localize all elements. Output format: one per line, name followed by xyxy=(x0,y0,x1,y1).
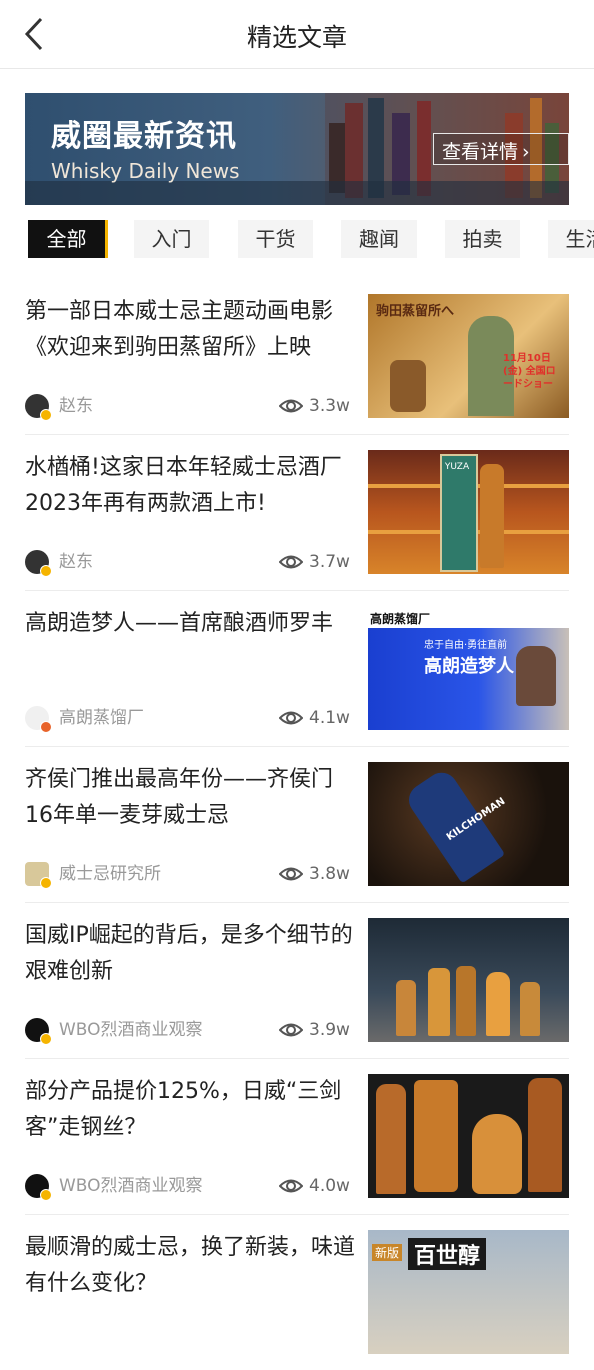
author-name: 赵东 xyxy=(59,552,93,572)
eye-icon xyxy=(279,711,303,725)
thumb-headline: 高朗造梦人 xyxy=(424,656,514,677)
author-avatar xyxy=(25,550,52,577)
page-title: 精选文章 xyxy=(246,23,347,52)
article-item[interactable]: 第一部日本威士忌主题动画电影《欢迎来到驹田蒸留所》上映 赵东 3.3w 驹田蒸留… xyxy=(25,294,569,435)
banner-subtitle: Whisky Daily News xyxy=(51,159,240,183)
article-thumbnail: 高朗蒸馏厂 忠于自由·勇往直前 高朗造梦人 xyxy=(368,606,569,730)
category-tabs: 全部 入门 干货 趣闻 拍卖 生活 xyxy=(0,220,594,260)
whisky-bottle xyxy=(396,980,416,1036)
whisky-bottle xyxy=(472,1114,522,1194)
article-thumbnail xyxy=(368,1074,569,1198)
tab-knowledge[interactable]: 干货 xyxy=(238,220,313,258)
eye-icon xyxy=(279,867,303,881)
whisky-bottle xyxy=(428,968,450,1036)
thumb-brand: 高朗蒸馏厂 xyxy=(370,612,431,626)
news-banner[interactable]: 威圈最新资讯 Whisky Daily News 查看详情 › xyxy=(25,93,569,205)
verified-badge-icon xyxy=(40,409,52,421)
whisky-bottle xyxy=(414,1080,458,1192)
article-title: 最顺滑的威士忌，换了新装，味道有什么变化？ xyxy=(25,1235,355,1296)
thumb-brand: 百世醇 xyxy=(408,1238,487,1270)
whisky-bottle xyxy=(520,982,540,1036)
verified-badge-icon xyxy=(40,565,52,577)
top-bar: 精选文章 xyxy=(0,0,594,69)
article-title: 水楢桶!这家日本年轻威士忌酒厂2023年再有两款酒上市! xyxy=(25,455,342,516)
tab-fun[interactable]: 趣闻 xyxy=(341,220,417,258)
eye-icon xyxy=(279,1179,303,1193)
thumb-brand: YUZA xyxy=(444,462,470,472)
article-item[interactable]: 国威IP崛起的背后，是多个细节的艰难创新 WBO烈酒商业观察 3.9w xyxy=(25,918,569,1059)
view-count: 3.3w xyxy=(309,396,350,416)
author-avatar xyxy=(25,706,52,733)
view-count: 3.7w xyxy=(309,552,350,572)
verified-badge-icon xyxy=(40,721,52,733)
author-name: WBO烈酒商业观察 xyxy=(59,1176,203,1196)
eye-icon xyxy=(279,555,303,569)
barrel-shape xyxy=(390,360,426,412)
whisky-bottle xyxy=(480,464,504,568)
article-item[interactable]: 部分产品提价125%，日威“三剑客”走钢丝？ WBO烈酒商业观察 4.0w xyxy=(25,1074,569,1215)
tab-all[interactable]: 全部 xyxy=(28,220,108,258)
view-count: 3.8w xyxy=(309,864,350,884)
thumb-tag: 新版 xyxy=(372,1244,403,1261)
author-avatar xyxy=(25,1174,52,1201)
tab-intro[interactable]: 入门 xyxy=(134,220,209,258)
article-title: 国威IP崛起的背后，是多个细节的艰难创新 xyxy=(25,923,353,984)
author-avatar xyxy=(25,394,52,421)
article-title: 齐侯门推出最高年份——齐侯门16年单一麦芽威士忌 xyxy=(25,767,334,828)
banner-title: 威圈最新资讯 xyxy=(51,119,237,154)
view-count: 3.9w xyxy=(309,1020,350,1040)
whisky-bottle xyxy=(376,1084,406,1194)
article-title: 高朗造梦人——首席酿酒师罗丰 xyxy=(25,611,334,636)
article-thumbnail: 新版 百世醇 xyxy=(368,1230,569,1354)
verified-badge-icon xyxy=(40,877,52,889)
article-thumbnail: KILCHOMAN xyxy=(368,762,569,886)
whisky-bottle xyxy=(486,972,510,1036)
chevron-right-icon: › xyxy=(522,141,530,163)
view-count: 4.0w xyxy=(309,1176,350,1196)
person-figure xyxy=(516,646,556,706)
article-item[interactable]: 水楢桶!这家日本年轻威士忌酒厂2023年再有两款酒上市! 赵东 3.7w YUZ… xyxy=(25,450,569,591)
view-details-label: 查看详情 xyxy=(442,141,519,163)
author-name: 高朗蒸馏厂 xyxy=(59,708,144,728)
article-thumbnail xyxy=(368,918,569,1042)
article-item[interactable]: 高朗造梦人——首席酿酒师罗丰 高朗蒸馏厂 4.1w 高朗蒸馏厂 忠于自由·勇往直… xyxy=(25,606,569,747)
eye-icon xyxy=(279,1023,303,1037)
whisky-bottle xyxy=(456,966,476,1036)
article-title: 部分产品提价125%，日威“三剑客”走钢丝？ xyxy=(25,1079,342,1140)
author-name: 威士忌研究所 xyxy=(59,864,161,884)
tab-life[interactable]: 生活 xyxy=(548,220,594,258)
article-thumbnail: YUZA xyxy=(368,450,569,574)
whisky-bottle xyxy=(528,1078,562,1192)
author-avatar xyxy=(25,862,52,889)
article-thumbnail: 驹田蒸留所へ 11月10日(金) 全国ロードショー xyxy=(368,294,569,418)
author-name: WBO烈酒商业观察 xyxy=(59,1020,203,1040)
article-item[interactable]: 最顺滑的威士忌，换了新装，味道有什么变化？ 新版 百世醇 xyxy=(25,1230,569,1370)
thumb-caption: 驹田蒸留所へ xyxy=(376,304,455,319)
verified-badge-icon xyxy=(40,1189,52,1201)
article-title: 第一部日本威士忌主题动画电影《欢迎来到驹田蒸留所》上映 xyxy=(25,299,334,360)
view-count: 4.1w xyxy=(309,708,350,728)
view-details-button[interactable]: 查看详情 › xyxy=(433,133,569,165)
article-item[interactable]: 齐侯门推出最高年份——齐侯门16年单一麦芽威士忌 威士忌研究所 3.8w KIL… xyxy=(25,762,569,903)
whisky-bottle xyxy=(402,766,506,884)
author-name: 赵东 xyxy=(59,396,93,416)
thumb-tagline: 忠于自由·勇往直前 xyxy=(424,640,508,651)
thumb-date: 11月10日(金) 全国ロードショー xyxy=(503,353,556,390)
tab-auction[interactable]: 拍卖 xyxy=(445,220,520,258)
verified-badge-icon xyxy=(40,1033,52,1045)
eye-icon xyxy=(279,399,303,413)
author-avatar xyxy=(25,1018,52,1045)
